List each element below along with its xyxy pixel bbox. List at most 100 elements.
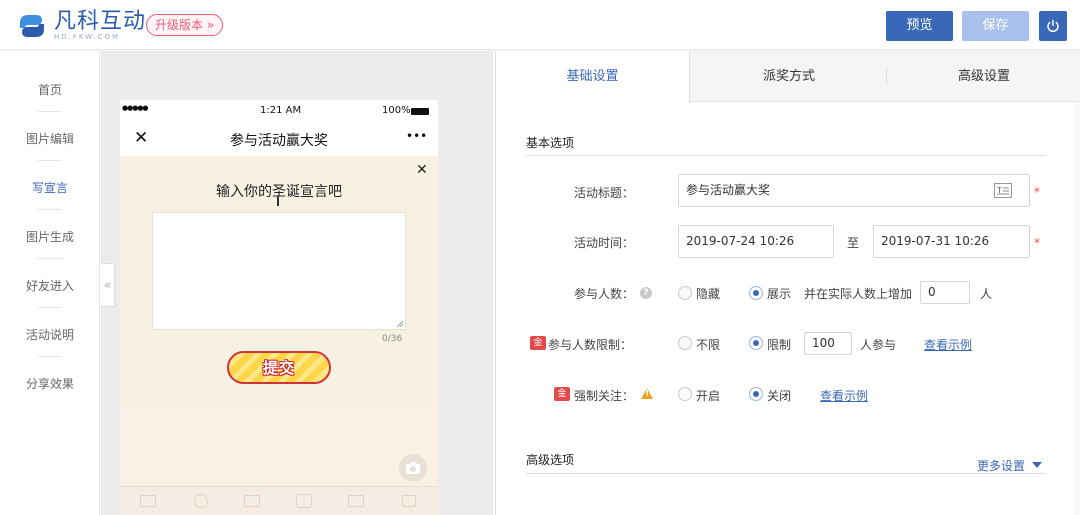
nav-item-image-edit[interactable]: 图片编辑 — [0, 130, 100, 147]
status-time: 1:21 AM — [260, 105, 302, 116]
advanced-section-title: 高级选项 — [526, 453, 575, 467]
submit-label: 提交 — [262, 359, 295, 377]
limit-yes-label: 限制 — [767, 338, 792, 352]
settings-tabs: 基础设置 派奖方式 高级设置 — [496, 51, 1080, 103]
follow-on-radio[interactable] — [678, 387, 692, 401]
warning-icon: ! — [640, 387, 654, 400]
section-divider — [526, 473, 1046, 474]
nav-item-write-manifesto[interactable]: 写宣言 — [0, 179, 100, 196]
end-time-input[interactable]: 2019-07-31 10:26 — [873, 225, 1030, 258]
battery-icon — [411, 108, 429, 115]
prompt-text: 输入你的圣诞宣言吧 — [216, 184, 342, 200]
nav-divider — [38, 209, 62, 210]
nav-divider — [38, 356, 62, 357]
tab-icon — [140, 495, 156, 507]
title-input[interactable]: 参与活动赢大奖 T — [678, 174, 1030, 207]
count-add-text: 并在实际人数上增加 — [804, 287, 913, 301]
collapse-nav-button[interactable]: « — [101, 263, 115, 307]
follow-example-link[interactable]: 查看示例 — [820, 387, 868, 404]
required-mark: * — [1034, 236, 1040, 250]
limit-label: 参与人数限制： — [548, 338, 633, 352]
limit-unit: 人参与 — [860, 338, 897, 352]
chevron-down-icon — [1031, 462, 1042, 468]
more-settings-button[interactable]: 更多设置 — [977, 457, 1042, 474]
tab-prize-method[interactable]: 派奖方式 — [692, 51, 886, 102]
camera-button[interactable] — [399, 454, 427, 482]
manifesto-textarea[interactable] — [152, 212, 406, 330]
submit-button[interactable]: 提交 — [227, 351, 331, 384]
help-icon[interactable]: ? — [640, 287, 652, 299]
tab-icon — [348, 495, 364, 507]
tab-advanced-settings[interactable]: 高级设置 — [887, 51, 1080, 102]
gold-member-badge-icon: 金 — [554, 387, 570, 401]
nav-item-share-effect[interactable]: 分享效果 — [0, 375, 100, 392]
count-show-radio[interactable] — [749, 286, 763, 300]
title-label: 活动标题： — [573, 186, 634, 200]
nav-divider — [38, 258, 62, 259]
power-button[interactable] — [1039, 11, 1067, 41]
follow-label: 强制关注： — [574, 389, 635, 403]
basic-section-title: 基本选项 — [526, 136, 575, 150]
limit-none-label: 不限 — [696, 338, 721, 352]
phone-lower-area — [120, 406, 438, 486]
resize-handle-icon — [396, 320, 403, 327]
follow-off-radio[interactable] — [749, 387, 763, 401]
limit-example-link[interactable]: 查看示例 — [924, 336, 972, 353]
preview-button[interactable]: 预览 — [886, 11, 953, 41]
section-divider — [526, 155, 1046, 156]
camera-icon — [406, 462, 420, 474]
phone-preview: ●●●●● 1:21 AM 100% ✕ 参与活动赢大奖 ••• ✕ 输入你的圣… — [120, 100, 438, 515]
limit-none-radio[interactable] — [678, 336, 692, 350]
count-hide-label: 隐藏 — [696, 287, 721, 301]
nav-item-activity-info[interactable]: 活动说明 — [0, 326, 100, 343]
dialog-close-icon[interactable]: ✕ — [416, 162, 428, 178]
tab-basic-settings[interactable]: 基础设置 — [496, 51, 690, 103]
tab-icon — [296, 494, 312, 508]
limit-input[interactable]: 100 — [804, 332, 852, 355]
count-add-input[interactable]: 0 — [920, 281, 970, 304]
more-icon[interactable]: ••• — [406, 129, 427, 143]
follow-on-label: 开启 — [696, 389, 721, 403]
nav-divider — [38, 111, 62, 112]
save-button[interactable]: 保存 — [962, 11, 1029, 41]
time-label: 活动时间： — [573, 236, 634, 250]
text-format-icon[interactable]: T — [994, 183, 1012, 198]
limit-yes-radio[interactable] — [749, 336, 763, 350]
phone-tab-bar — [120, 486, 438, 515]
signal-dots: ●●●●● — [122, 104, 149, 112]
dialog-body: ✕ 输入你的圣诞宣言吧 0/36 提交 — [120, 156, 438, 406]
top-header: 凡科互动 HD.FKW.COM 升级版本 » 预览 保存 — [0, 0, 1080, 50]
nav-item-friend-enter[interactable]: 好友进入 — [0, 277, 100, 294]
count-hide-radio[interactable] — [678, 286, 692, 300]
phone-status-bar: ●●●●● 1:21 AM 100% — [120, 100, 438, 122]
start-time-input[interactable]: 2019-07-24 10:26 — [678, 225, 834, 258]
scrollbar[interactable] — [1074, 102, 1080, 515]
phone-page-title: 参与活动赢大奖 — [230, 133, 328, 149]
logo[interactable]: 凡科互动 HD.FKW.COM — [16, 10, 146, 42]
settings-panel: 基础设置 派奖方式 高级设置 基本选项 活动标题： 参与活动赢大奖 T * 活动… — [495, 51, 1080, 515]
tab-icon — [402, 495, 416, 507]
logo-domain: HD.FKW.COM — [54, 32, 121, 41]
count-unit: 人 — [980, 287, 993, 301]
left-nav: 首页 图片编辑 写宣言 图片生成 好友进入 活动说明 分享效果 — [0, 51, 100, 515]
count-label: 参与人数： — [573, 287, 634, 301]
required-mark: * — [1034, 185, 1040, 199]
phone-title-bar: ✕ 参与活动赢大奖 ••• — [120, 122, 438, 156]
more-settings-label: 更多设置 — [977, 459, 1026, 473]
logo-name: 凡科互动 — [54, 8, 147, 34]
upgrade-button[interactable]: 升级版本 » — [146, 14, 224, 36]
warning-mark: ! — [645, 389, 650, 399]
power-icon — [1047, 20, 1059, 33]
nav-item-home[interactable]: 首页 — [0, 81, 100, 98]
tab-icon — [194, 494, 208, 508]
nav-divider — [38, 160, 62, 161]
count-show-label: 展示 — [767, 287, 792, 301]
gold-member-badge-icon: 金 — [530, 336, 546, 350]
title-input-value: 参与活动赢大奖 — [686, 183, 771, 197]
tab-icon — [244, 495, 260, 507]
nav-item-image-generate[interactable]: 图片生成 — [0, 228, 100, 245]
char-counter: 0/36 — [382, 334, 403, 344]
time-separator: 至 — [847, 236, 860, 250]
status-battery: 100% — [382, 105, 411, 116]
follow-off-label: 关闭 — [767, 389, 792, 403]
